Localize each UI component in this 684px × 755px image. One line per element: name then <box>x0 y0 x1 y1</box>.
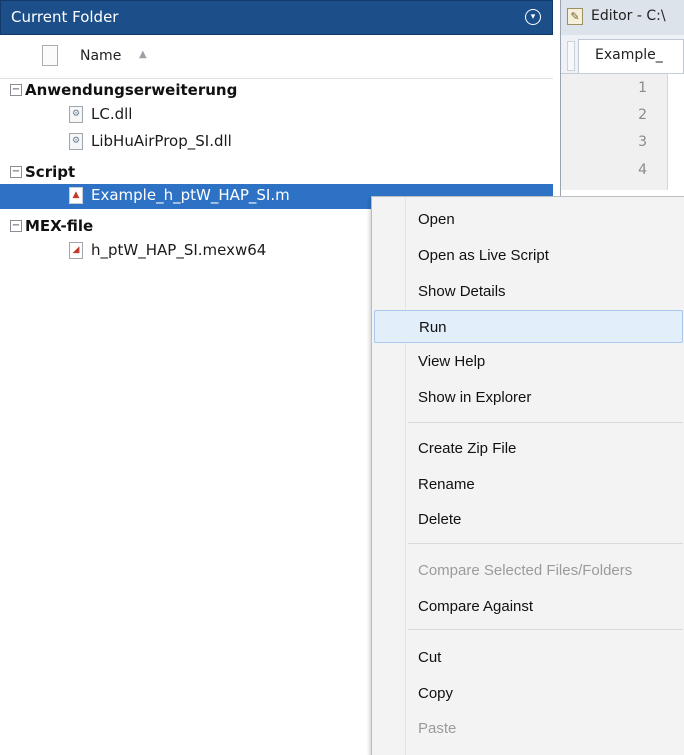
menu-label: View Help <box>418 353 486 370</box>
dll-file-icon: ⚙ <box>69 106 83 123</box>
menu-label: Cut <box>418 649 442 666</box>
editor-tabbar: Example_ <box>561 35 684 74</box>
menu-item-cut[interactable]: Cut <box>374 641 683 674</box>
matlab-script-icon: ▲ <box>69 187 83 204</box>
context-menu: Open Open as Live Script Show Details Ru… <box>371 196 684 755</box>
menu-label: Copy <box>418 685 454 702</box>
file-name: LibHuAirProp_SI.dll <box>91 132 232 150</box>
menu-item-create-zip-file[interactable]: Create Zip File <box>374 432 683 465</box>
panel-title: Current Folder <box>11 8 119 26</box>
collapse-icon[interactable]: − <box>10 166 22 178</box>
column-header-name[interactable]: Name ▲ <box>0 35 553 79</box>
menu-item-open[interactable]: Open <box>374 203 683 236</box>
group-anwendungserweiterung[interactable]: − Anwendungserweiterung <box>0 80 553 102</box>
menu-label: Open <box>418 211 455 228</box>
menu-label: Delete <box>418 511 462 528</box>
menu-label: Open as Live Script <box>418 247 549 264</box>
menu-item-show-in-explorer[interactable]: Show in Explorer <box>374 381 683 414</box>
group-label: MEX-file <box>25 217 94 235</box>
line-number: 3 <box>638 134 647 150</box>
line-number: 2 <box>638 107 647 123</box>
menu-item-open-as-live-script[interactable]: Open as Live Script <box>374 239 683 272</box>
file-name: LC.dll <box>91 105 133 123</box>
tab-grip-handle[interactable] <box>567 41 575 71</box>
editor-title: Editor - C:\ <box>591 8 666 24</box>
menu-item-run[interactable]: Run <box>374 310 683 343</box>
menu-item-rename[interactable]: Rename <box>374 468 683 501</box>
file-name: Example_h_ptW_HAP_SI.m <box>91 186 290 204</box>
menu-item-compare-against[interactable]: Compare Against <box>374 590 683 623</box>
menu-label: Create Zip File <box>418 440 517 457</box>
menu-separator <box>408 629 683 630</box>
menu-label: Run <box>419 319 447 336</box>
menu-item-paste: Paste <box>374 712 683 745</box>
line-number-gutter: 1 2 3 4 <box>561 74 668 190</box>
mex-file-icon: ◢ <box>69 242 83 259</box>
line-number: 4 <box>638 162 647 178</box>
current-folder-titlebar[interactable]: Current Folder ▾ <box>0 0 553 35</box>
column-label-name: Name <box>80 48 122 64</box>
menu-label: Show in Explorer <box>418 389 532 406</box>
group-label: Script <box>25 163 76 181</box>
menu-separator <box>408 543 683 544</box>
editor-titlebar[interactable]: ✎ Editor - C:\ <box>561 0 684 36</box>
menu-label: Compare Against <box>418 598 534 615</box>
group-label: Anwendungserweiterung <box>25 81 238 99</box>
tab-label: Example_ <box>595 47 663 63</box>
editor-panel: ✎ Editor - C:\ Example_ 1 2 3 4 <box>561 0 684 190</box>
group-script[interactable]: − Script <box>0 162 553 184</box>
file-row-libhuairprop-dll[interactable]: ⚙ LibHuAirProp_SI.dll <box>0 130 553 154</box>
file-name: h_ptW_HAP_SI.mexw64 <box>91 241 267 259</box>
line-number: 1 <box>638 80 647 96</box>
menu-label: Show Details <box>418 283 506 300</box>
file-type-column-icon[interactable] <box>42 45 58 66</box>
menu-label: Compare Selected Files/Folders <box>418 562 633 579</box>
file-row-lc-dll[interactable]: ⚙ LC.dll <box>0 103 553 127</box>
menu-separator <box>408 422 683 423</box>
collapse-icon[interactable]: − <box>10 84 22 96</box>
menu-item-show-details[interactable]: Show Details <box>374 275 683 308</box>
collapse-icon[interactable]: − <box>10 220 22 232</box>
menu-item-copy[interactable]: Copy <box>374 677 683 710</box>
sort-ascending-icon: ▲ <box>139 49 147 60</box>
editor-pencil-icon: ✎ <box>567 8 583 25</box>
menu-label: Paste <box>418 720 457 737</box>
menu-item-compare-selected: Compare Selected Files/Folders <box>374 554 683 587</box>
menu-item-delete[interactable]: Delete <box>374 503 683 536</box>
code-area[interactable] <box>668 74 684 190</box>
menu-item-view-help[interactable]: View Help <box>374 345 683 378</box>
tab-example-script[interactable]: Example_ <box>578 39 684 73</box>
menu-label: Rename <box>418 476 475 493</box>
dll-file-icon: ⚙ <box>69 133 83 150</box>
circle-chevron-down-icon[interactable]: ▾ <box>525 9 541 25</box>
